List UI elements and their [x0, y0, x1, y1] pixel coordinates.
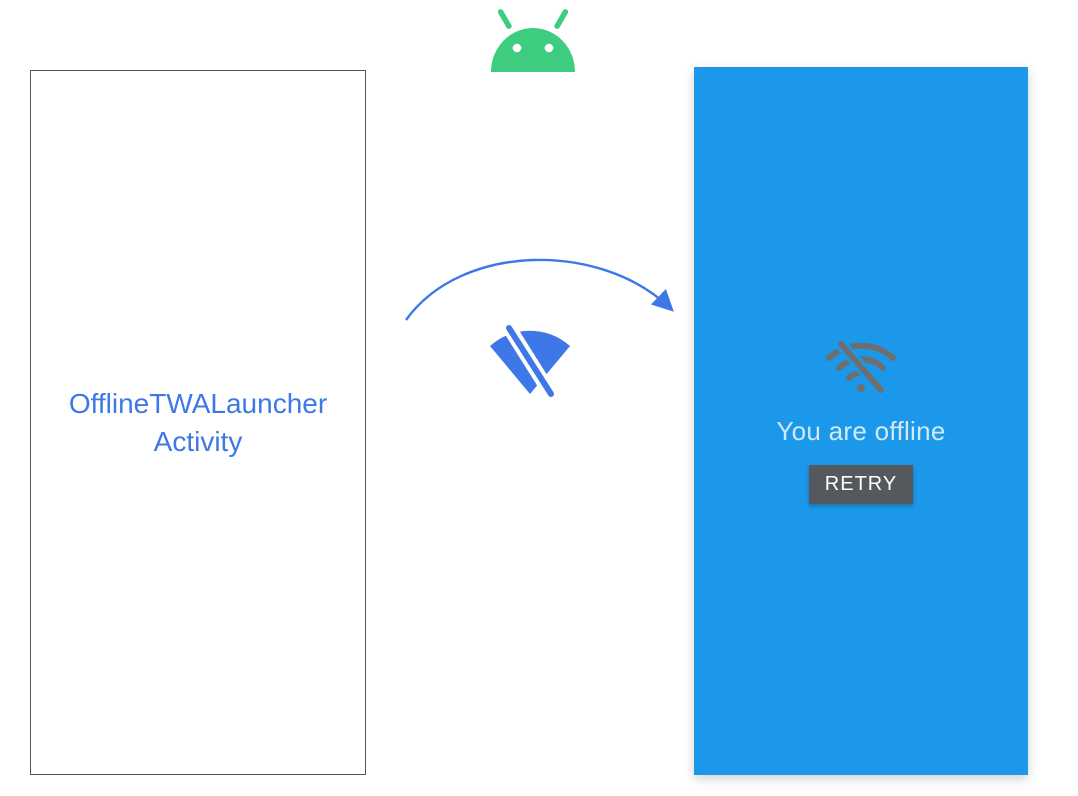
offline-screen: You are offline RETRY [694, 67, 1028, 775]
retry-button[interactable]: RETRY [809, 465, 913, 504]
launcher-label-line2: Activity [154, 426, 243, 457]
offline-message: You are offline [776, 416, 945, 447]
wifi-off-icon [825, 338, 897, 398]
launcher-activity-label: OfflineTWALauncher Activity [69, 385, 327, 461]
android-icon [478, 2, 588, 72]
launcher-label-line1: OfflineTWALauncher [69, 388, 327, 419]
launcher-activity-box: OfflineTWALauncher Activity [30, 70, 366, 775]
wifi-off-icon [480, 322, 580, 402]
diagram-canvas: OfflineTWALauncher Activity [0, 0, 1078, 796]
